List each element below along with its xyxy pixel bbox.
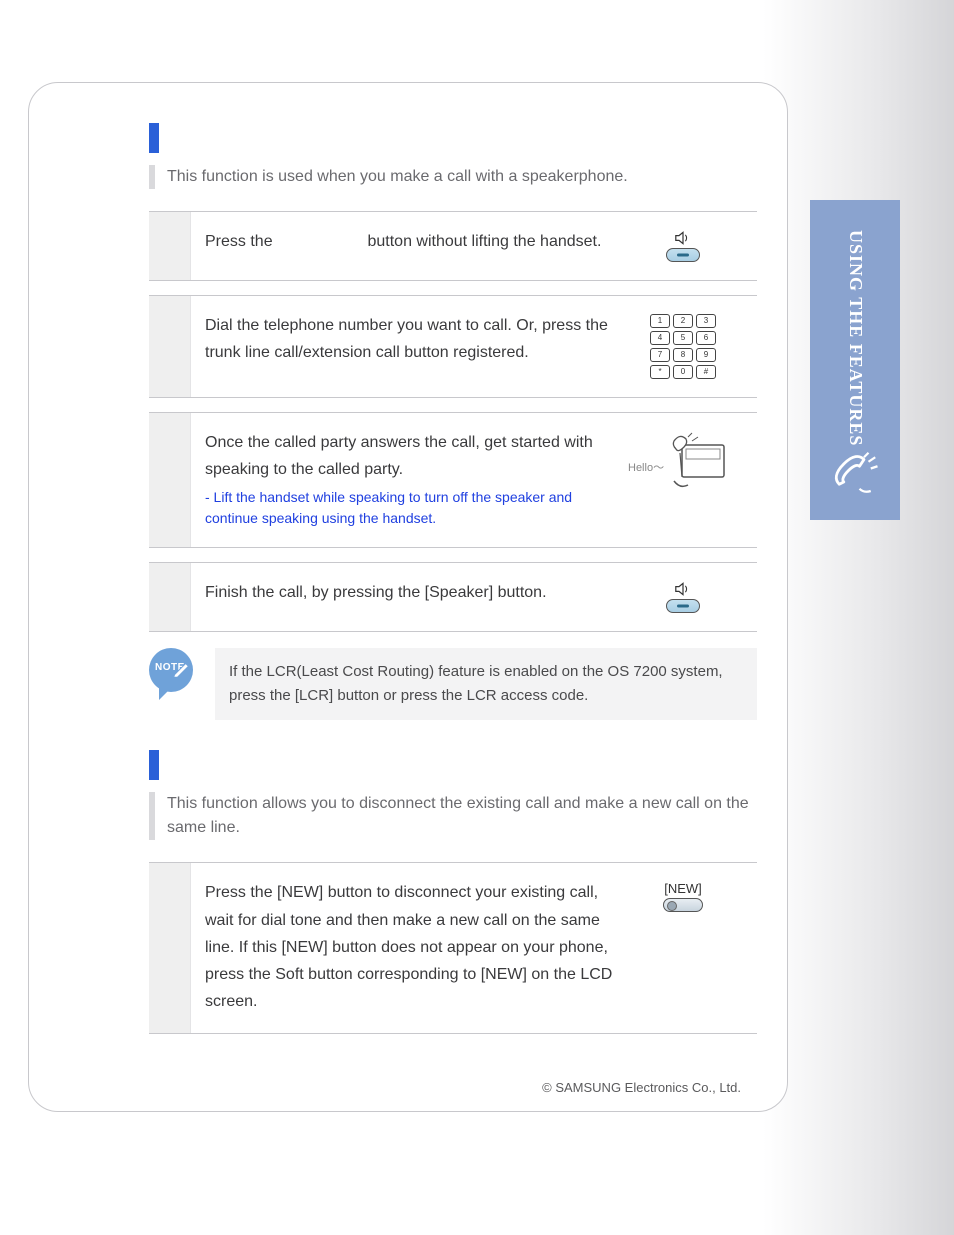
step-row: Finish the call, by pressing the [Speake… [149, 562, 757, 632]
step-row: Press the [NEW] button to disconnect you… [149, 862, 757, 1034]
key-2: 2 [673, 314, 693, 328]
side-tab-title: USING THE FEATURES [845, 230, 866, 446]
key-4: 4 [650, 331, 670, 345]
section1-intro: This function is used when you make a ca… [149, 165, 757, 189]
key-8: 8 [673, 348, 693, 362]
step-number-col [149, 296, 191, 397]
note-row: NOTE If the LCR(Least Cost Routing) feat… [149, 648, 757, 720]
speaker-icon [673, 581, 693, 597]
step1-text-a: Press the [205, 233, 277, 250]
new-key-icon [663, 898, 703, 912]
copyright: © SAMSUNG Electronics Co., Ltd. [542, 1080, 741, 1095]
page-frame: This function is used when you make a ca… [28, 82, 788, 1112]
speaker-key-icon [666, 248, 700, 262]
speaker-button-illustration [663, 581, 703, 613]
key-hash: # [696, 365, 716, 379]
key-5: 5 [673, 331, 693, 345]
key-0: 0 [673, 365, 693, 379]
pencil-icon [171, 658, 193, 680]
step-row: Dial the telephone number you want to ca… [149, 295, 757, 398]
speaker-icon [673, 230, 693, 246]
speaker-button-illustration [663, 230, 703, 262]
section-marker [149, 123, 159, 153]
step-number-col [149, 212, 191, 280]
section-marker [149, 750, 159, 780]
note-badge: NOTE [149, 648, 205, 704]
key-3: 3 [696, 314, 716, 328]
keypad-icon: 1 2 3 4 5 6 7 8 9 * 0 # [650, 314, 716, 379]
section2-intro: This function allows you to disconnect t… [149, 792, 757, 840]
step-number-col [149, 563, 191, 631]
sec2-step1-text: Press the [NEW] button to disconnect you… [205, 879, 623, 1015]
side-tab: USING THE FEATURES [810, 200, 900, 520]
key-9: 9 [696, 348, 716, 362]
phone-illustration: Hello～ [628, 431, 738, 501]
step2-text: Dial the telephone number you want to ca… [205, 312, 623, 379]
key-star: * [650, 365, 670, 379]
key-1: 1 [650, 314, 670, 328]
step3-subtext: - Lift the handset while speaking to tur… [205, 487, 623, 529]
key-7: 7 [650, 348, 670, 362]
step-number-col [149, 863, 191, 1033]
hello-label: Hello～ [628, 459, 664, 475]
key-6: 6 [696, 331, 716, 345]
step4-text: Finish the call, by pressing the [Speake… [205, 579, 623, 613]
step-row: Press the button without lifting the han… [149, 211, 757, 281]
step3-text: Once the called party answers the call, … [205, 429, 623, 529]
step-row: Once the called party answers the call, … [149, 412, 757, 548]
step1-text: Press the button without lifting the han… [205, 228, 623, 262]
speaker-key-icon [666, 599, 700, 613]
step1-text-b: button without lifting the handset. [367, 233, 601, 250]
note-text: If the LCR(Least Cost Routing) feature i… [215, 648, 757, 720]
new-button-label: [NEW] [663, 881, 703, 896]
new-button-illustration: [NEW] [663, 881, 703, 912]
handset-icon [828, 446, 882, 500]
step3-main: Once the called party answers the call, … [205, 434, 593, 478]
step-number-col [149, 413, 191, 547]
